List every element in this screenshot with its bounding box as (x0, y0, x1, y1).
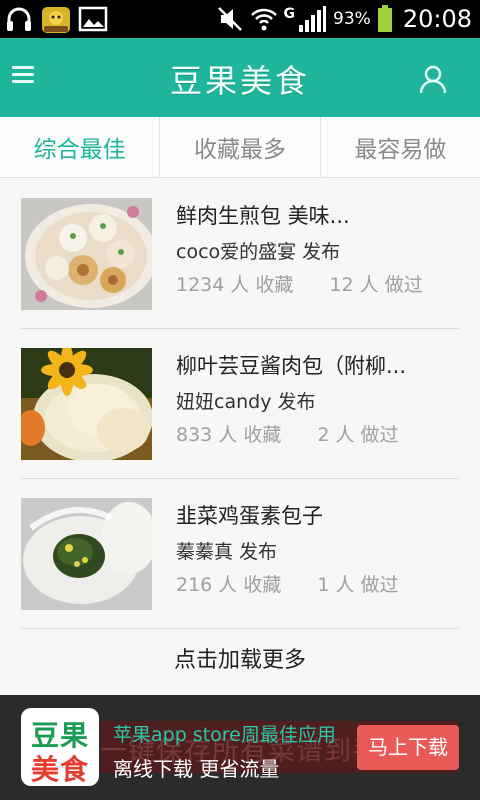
clock: 20:08 (402, 5, 472, 33)
ad-subline: 离线下载 更省流量 (113, 757, 280, 781)
tab-most-favorited[interactable]: 收藏最多 (159, 117, 319, 177)
recipe-title: 柳叶芸豆酱肉包（附柳... (176, 354, 407, 378)
signal-icon (299, 6, 327, 32)
tab-best-overall[interactable]: 综合最佳 (0, 117, 159, 177)
status-bar-notifications (4, 4, 108, 34)
download-now-button[interactable]: 马上下载 (357, 725, 459, 770)
app-header: 豆果美食 (0, 38, 480, 117)
user-icon (419, 65, 447, 94)
recipe-thumbnail (21, 198, 152, 310)
gallery-icon (78, 6, 108, 32)
ad-logo-line2: 美食 (30, 753, 89, 786)
favorites-count: 216 人 收藏 (176, 574, 282, 596)
recipe-stats: 216 人 收藏 1 人 做过 (176, 570, 399, 597)
ad-headline: 苹果app store周最佳应用 (113, 724, 336, 746)
made-count: 2 人 做过 (317, 424, 399, 446)
app-title: 豆果美食 (169, 62, 310, 100)
recipe-author: 蓁蓁真 发布 (176, 541, 278, 563)
recipe-thumbnail (21, 498, 152, 610)
made-count: 1 人 做过 (317, 574, 399, 596)
recipe-author: 妞妞candy 发布 (176, 391, 316, 413)
battery-percent: 93% (333, 9, 371, 29)
recipe-item[interactable]: 鲜肉生煎包 美味... coco爱的盛宴 发布 1234 人 收藏 12 人 做过 (0, 178, 480, 329)
recipe-item[interactable]: 韭菜鸡蛋素包子 蓁蓁真 发布 216 人 收藏 1 人 做过 (0, 478, 480, 629)
game-app-icon (42, 7, 70, 33)
headset-icon (7, 7, 31, 31)
favorites-count: 1234 人 收藏 (176, 274, 294, 296)
battery-icon (377, 5, 392, 32)
recipe-item[interactable]: 柳叶芸豆酱肉包（附柳... 妞妞candy 发布 833 人 收藏 2 人 做过 (0, 328, 480, 479)
made-count: 12 人 做过 (329, 274, 423, 296)
ad-app-logo: 豆果 美食 (21, 708, 99, 786)
recipe-list: 鲜肉生煎包 美味... coco爱的盛宴 发布 1234 人 收藏 12 人 做过 (0, 178, 480, 695)
status-bar: G 93% 20:08 (0, 0, 480, 38)
recipe-author: coco爱的盛宴 发布 (176, 241, 341, 263)
user-button[interactable] (418, 64, 448, 94)
tab-easiest[interactable]: 最容易做 (319, 117, 480, 177)
favorites-count: 833 人 收藏 (176, 424, 282, 446)
recipe-title: 韭菜鸡蛋素包子 (176, 504, 323, 528)
status-bar-system: G 93% 20:08 (216, 0, 472, 38)
network-type: G (283, 6, 296, 22)
load-more-button[interactable]: 点击加载更多 (0, 626, 480, 696)
recipe-stats: 1234 人 收藏 12 人 做过 (176, 270, 423, 297)
ad-banner[interactable]: 一键保存所有菜谱到手 豆果 美食 苹果app store周最佳应用 离线下载 更… (0, 695, 480, 800)
recipe-title: 鲜肉生煎包 美味... (176, 204, 350, 228)
recipe-thumbnail (21, 348, 152, 460)
wifi-icon (250, 8, 277, 31)
recipe-stats: 833 人 收藏 2 人 做过 (176, 420, 399, 447)
mute-icon (217, 7, 242, 31)
sort-tabs: 综合最佳 收藏最多 最容易做 (0, 117, 480, 178)
